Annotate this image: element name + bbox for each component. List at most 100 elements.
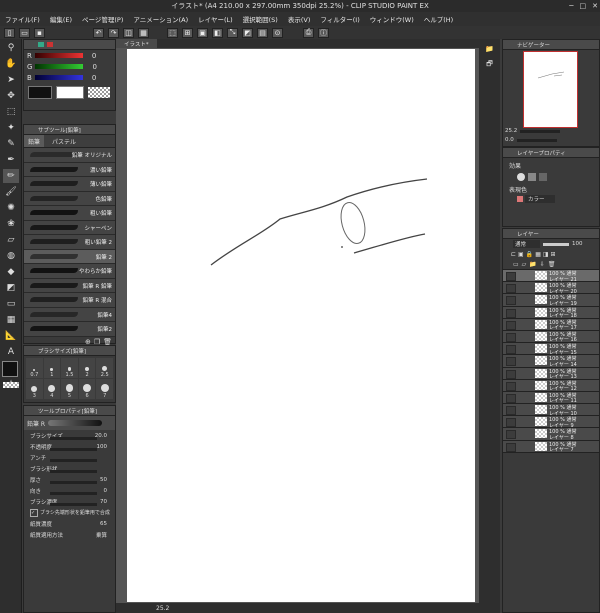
layer-visibility-icon[interactable] (506, 430, 516, 440)
select-deselect-icon[interactable]: ⬚ (167, 27, 178, 38)
property-row[interactable]: 厚さ 50 (24, 474, 115, 485)
new-file-icon[interactable]: ▯ (4, 27, 15, 38)
fill-icon[interactable]: ▦ (138, 27, 149, 38)
info-icon[interactable]: ⓘ (318, 27, 329, 38)
minimize-icon[interactable]: ─ (569, 2, 573, 10)
layer-row[interactable]: 100 % 通常 レイヤー 21 (503, 270, 599, 283)
property-value[interactable]: 0 (104, 488, 108, 494)
r-slider[interactable] (34, 53, 83, 58)
layer-row[interactable]: 100 % 通常 レイヤー 10 (503, 404, 599, 417)
guide-icon[interactable]: ◩ (242, 27, 253, 38)
navigator-zoom[interactable]: 25.2 (505, 128, 517, 134)
eraser-icon[interactable]: ▱ (3, 233, 19, 247)
canvas-tab[interactable]: イラスト* (116, 39, 157, 48)
opacity-slider[interactable] (543, 242, 570, 246)
property-slider[interactable] (50, 437, 97, 440)
property-value[interactable]: 100 (97, 444, 108, 450)
layer-row[interactable]: 100 % 通常 レイヤー 13 (503, 367, 599, 380)
tab-pencil[interactable]: 鉛筆 (24, 135, 45, 147)
property-slider[interactable] (50, 459, 97, 462)
paper-method-row[interactable]: 紙質適用方法 乗算 (24, 529, 115, 540)
sub-color-preview[interactable] (56, 85, 84, 99)
brush-item[interactable]: 鉛筆4 (24, 307, 115, 322)
canvas-paper[interactable] (127, 49, 475, 602)
layer-row[interactable]: 100 % 通常 レイヤー 17 (503, 318, 599, 331)
brush-size-cell[interactable]: 1 (43, 358, 61, 378)
property-value[interactable]: 50 (100, 477, 107, 483)
layer-row[interactable]: 100 % 通常 レイヤー 16 (503, 330, 599, 343)
figure-tool-icon[interactable]: ▭ (3, 297, 19, 311)
brush-item[interactable]: 粗い鉛筆 (24, 206, 115, 221)
brush-item[interactable]: 色鉛筆 (24, 191, 115, 206)
text-tool-icon[interactable]: A (3, 345, 19, 359)
paper-density-row[interactable]: 紙質濃度 65 (24, 518, 115, 529)
main-color-preview[interactable] (28, 85, 52, 99)
menu-item[interactable]: レイヤー(L) (193, 14, 238, 24)
layer-row[interactable]: 100 % 通常 レイヤー 15 (503, 343, 599, 356)
selection-tool-icon[interactable]: ⬚ (3, 105, 19, 119)
invert-selection-icon[interactable]: ▣ (197, 27, 208, 38)
pencil-composite-checkbox-row[interactable]: ✓ ブラシ先端形状を鉛筆用で合成 (24, 507, 115, 518)
brush-size-cell[interactable]: 0.7 (26, 358, 43, 378)
paper-method-value[interactable]: 乗算 (96, 531, 107, 539)
layer-visibility-icon[interactable] (506, 406, 516, 416)
zoom-tool-icon[interactable]: ⚲ (3, 41, 19, 55)
layer-row[interactable]: 100 % 通常 レイヤー 11 (503, 391, 599, 404)
property-slider[interactable] (50, 481, 97, 484)
hand-tool-icon[interactable]: ✋ (3, 57, 19, 71)
transform-icon[interactable]: ⤡ (227, 27, 238, 38)
layer-row[interactable]: 100 % 通常 レイヤー 12 (503, 379, 599, 392)
canvas-zoom-value[interactable]: 25.2 (156, 605, 169, 612)
main-color-swatch[interactable] (2, 361, 18, 377)
brush-size-cell[interactable]: 3 (26, 379, 43, 399)
checkbox-icon[interactable]: ✓ (30, 508, 38, 517)
brush-item[interactable]: 鉛筆 R 鉛筆 (24, 278, 115, 293)
reference-icon[interactable]: ▣ (518, 251, 524, 258)
blend-tool-icon[interactable]: ◍ (3, 249, 19, 263)
opacity-value[interactable]: 100 (572, 241, 583, 247)
tone-effect-icon[interactable] (528, 173, 536, 181)
r-value[interactable]: 0 (92, 52, 96, 60)
brush-size-cell[interactable]: 2.5 (96, 358, 113, 378)
property-slider[interactable] (50, 492, 97, 495)
snap-icon[interactable]: ⊙ (272, 27, 283, 38)
layer-visibility-icon[interactable] (506, 381, 516, 391)
frame-border-icon[interactable]: ▦ (3, 313, 19, 327)
property-row[interactable]: アンチ (24, 452, 115, 463)
ruler-layer-icon[interactable]: ⊞ (551, 251, 556, 258)
b-value[interactable]: 0 (92, 74, 96, 82)
menu-item[interactable]: アニメーション(A) (128, 14, 193, 24)
gradient-icon[interactable]: ◩ (3, 281, 19, 295)
new-folder-icon[interactable]: 📁 (529, 261, 536, 268)
expression-color-select[interactable]: カラー (525, 195, 555, 203)
fill-tool-icon[interactable]: ◆ (3, 265, 19, 279)
brush-item[interactable]: やわらか鉛筆 (24, 264, 115, 279)
brush-item[interactable]: 鉛筆 オリジナル (24, 148, 115, 163)
airbrush-icon[interactable]: ✺ (3, 201, 19, 215)
brush-size-cell[interactable]: 5 (61, 379, 78, 399)
layer-row[interactable]: 100 % 通常 レイヤー 18 (503, 306, 599, 319)
brush-item[interactable]: 鉛筆2 (24, 322, 115, 337)
layer-visibility-icon[interactable] (506, 308, 516, 318)
layer-row[interactable]: 100 % 通常 レイヤー 14 (503, 355, 599, 368)
navigator-zoom-slider[interactable] (520, 129, 561, 133)
navigator-preview[interactable] (523, 51, 578, 128)
open-file-icon[interactable]: ▭ (19, 27, 30, 38)
brush-size-cell[interactable]: 7 (96, 379, 113, 399)
layer-name[interactable]: レイヤー 7 (549, 446, 574, 453)
brush-size-cell[interactable]: 6 (78, 379, 96, 399)
operation-tool-icon[interactable]: ➤ (3, 73, 19, 87)
clear-icon[interactable]: ◫ (123, 27, 134, 38)
brush-size-cell[interactable]: 4 (43, 379, 61, 399)
layer-search-icon[interactable]: 🗗 (479, 57, 500, 73)
layer-row[interactable]: 100 % 通常 レイヤー 7 (503, 440, 599, 453)
property-value[interactable]: 70 (100, 499, 107, 505)
save-icon[interactable]: ▪ (34, 27, 45, 38)
menu-item[interactable]: ファイル(F) (0, 14, 45, 24)
brush-tool-icon[interactable]: 🖌 (3, 185, 19, 199)
layer-visibility-icon[interactable] (506, 272, 516, 281)
menu-item[interactable]: ヘルプ(H) (419, 14, 458, 24)
brush-item[interactable]: 鉛筆 2 (24, 249, 115, 264)
merge-down-icon[interactable]: ⇩ (540, 261, 545, 268)
layer-visibility-icon[interactable] (506, 320, 516, 330)
